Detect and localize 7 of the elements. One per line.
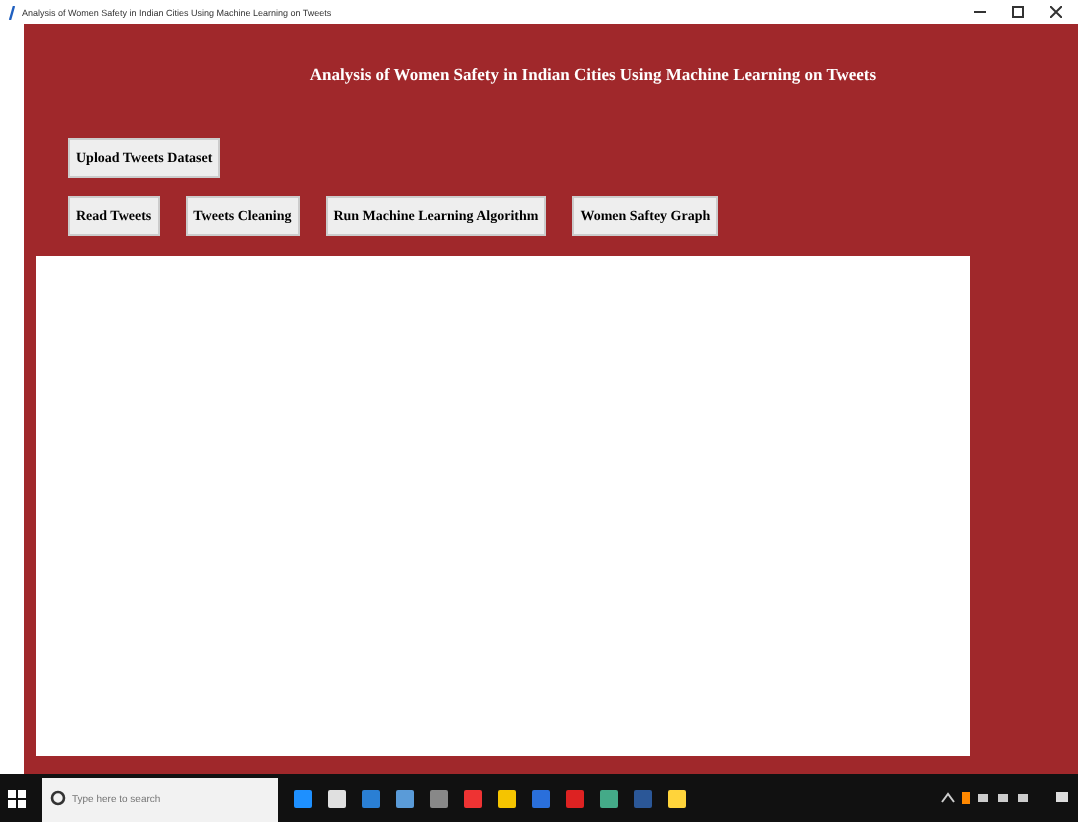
maximize-icon[interactable] [1012, 6, 1024, 18]
close-icon[interactable] [1050, 6, 1062, 18]
windows-icon[interactable] [8, 789, 26, 807]
notification-icon[interactable] [1054, 790, 1070, 806]
app-heading: Analysis of Women Safety in Indian Cities Using Machine Learning on Tweets [307, 64, 879, 84]
minimize-icon[interactable] [974, 6, 986, 18]
circle-icon [50, 790, 66, 806]
